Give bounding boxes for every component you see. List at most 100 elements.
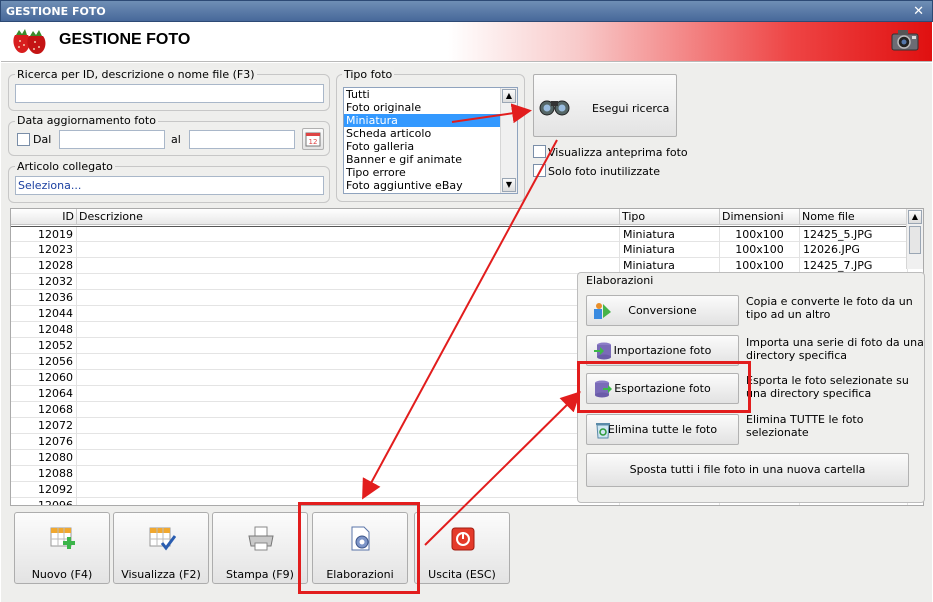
- table-cell: [77, 370, 620, 386]
- articolo-label: Articolo collegato: [15, 160, 115, 173]
- table-cell: [77, 354, 620, 370]
- tipo-foto-item[interactable]: Tutti: [344, 88, 517, 101]
- table-cell: 100x100: [720, 242, 800, 258]
- tipo-foto-label: Tipo foto: [342, 68, 395, 81]
- window-title: GESTIONE FOTO: [6, 5, 106, 18]
- table-row[interactable]: 12023 Miniatura 100x100 12026.JPG: [11, 242, 923, 258]
- conversione-button[interactable]: Conversione: [586, 295, 739, 326]
- table-cell: [77, 466, 620, 482]
- nuovo-label: Nuovo (F4): [31, 568, 93, 581]
- table-cell: [77, 306, 620, 322]
- tipo-foto-item[interactable]: Miniatura: [344, 114, 517, 127]
- table-cell: [77, 498, 620, 505]
- elimina-desc: Elimina TUTTE le foto selezionate: [746, 413, 864, 439]
- process-icon: [351, 526, 370, 551]
- importazione-button[interactable]: Importazione foto: [586, 335, 739, 366]
- search-label: Ricerca per ID, descrizione o nome file …: [15, 68, 257, 81]
- tipo-foto-list[interactable]: Tutti Foto originale Miniatura Scheda artic…: [343, 87, 518, 194]
- tipo-foto-item[interactable]: Scheda articolo: [344, 127, 517, 140]
- esportazione-label: Esportazione foto: [614, 382, 711, 395]
- table-cell: 12072: [11, 418, 77, 434]
- table-cell: 12088: [11, 466, 77, 482]
- calendar-button[interactable]: 12: [302, 128, 324, 150]
- list-scrollbar[interactable]: ▲ ▼: [500, 88, 517, 193]
- unused-checkbox[interactable]: [533, 164, 546, 177]
- elaborazioni-button[interactable]: Elaborazioni: [312, 512, 408, 584]
- table-cell: 12068: [11, 402, 77, 418]
- sposta-button[interactable]: Sposta tutti i file foto in una nuova ca…: [586, 453, 909, 487]
- table-cell: [77, 322, 620, 338]
- table-cell: 12060: [11, 370, 77, 386]
- uscita-label: Uscita (ESC): [428, 568, 496, 581]
- conversione-desc: Copia e converte le foto da un tipo ad u…: [746, 295, 913, 321]
- dal-checkbox[interactable]: [17, 133, 30, 146]
- page-header: GESTIONE FOTO: [1, 22, 932, 62]
- conversion-icon: [594, 303, 611, 319]
- close-icon[interactable]: ✕: [913, 1, 924, 23]
- col-descrizione[interactable]: Descrizione: [77, 209, 620, 225]
- visualizza-button[interactable]: Visualizza (F2): [113, 512, 209, 584]
- scroll-down-icon[interactable]: ▼: [502, 178, 516, 192]
- table-row[interactable]: 12019 Miniatura 100x100 12425_5.JPG: [11, 226, 923, 243]
- visualizza-label: Visualizza (F2): [121, 568, 201, 581]
- camera-icon: [891, 30, 919, 51]
- table-cell: [77, 338, 620, 354]
- table-cell: 12056: [11, 354, 77, 370]
- conversione-label: Conversione: [628, 304, 697, 317]
- table-cell: [77, 242, 620, 258]
- table-cell: [77, 450, 620, 466]
- svg-text:12: 12: [309, 138, 318, 146]
- dal-label: Dal: [33, 133, 52, 146]
- table-cell: 12064: [11, 386, 77, 402]
- stampa-button[interactable]: Stampa (F9): [212, 512, 308, 584]
- table-cell: 12096: [11, 498, 77, 505]
- search-button[interactable]: Esegui ricerca: [533, 74, 677, 137]
- table-cell: 12080: [11, 450, 77, 466]
- elaborazioni-title: Elaborazioni: [586, 274, 654, 287]
- table-cell: Miniatura: [620, 242, 720, 258]
- col-id[interactable]: ID: [11, 209, 77, 225]
- tipo-foto-item[interactable]: Tipo errore: [344, 166, 517, 179]
- table-scroll-up-icon[interactable]: ▲: [908, 210, 922, 224]
- table-cell: 12019: [11, 227, 77, 243]
- nuovo-button[interactable]: Nuovo (F4): [14, 512, 110, 584]
- table-cell: 12092: [11, 482, 77, 498]
- tipo-foto-item[interactable]: Foto galleria: [344, 140, 517, 153]
- preview-checkbox[interactable]: [533, 145, 546, 158]
- table-cell: [77, 434, 620, 450]
- unused-checkbox-label: Solo foto inutilizzate: [548, 165, 660, 178]
- elaborazioni-panel: Elaborazioni Conversione Copia e convert…: [577, 272, 925, 503]
- table-cell: [77, 227, 620, 243]
- table-cell: [77, 290, 620, 306]
- elaborazioni-label: Elaborazioni: [326, 568, 394, 581]
- new-grid-icon: [50, 527, 75, 549]
- articolo-select[interactable]: Seleziona...: [15, 176, 324, 195]
- tipo-foto-item[interactable]: Foto originale: [344, 101, 517, 114]
- table-cell: 12032: [11, 274, 77, 290]
- window-titlebar: GESTIONE FOTO ✕: [0, 0, 933, 22]
- export-icon: [595, 380, 612, 398]
- col-nome-file[interactable]: Nome file: [800, 209, 908, 225]
- date-from-field[interactable]: [59, 130, 165, 149]
- table-cell: [77, 258, 620, 274]
- table-scrollbar[interactable]: ▲: [906, 209, 923, 269]
- table-scroll-thumb[interactable]: [909, 226, 921, 254]
- printer-icon: [248, 526, 274, 551]
- col-tipo[interactable]: Tipo: [620, 209, 720, 225]
- table-cell: 12023: [11, 242, 77, 258]
- esportazione-button[interactable]: Esportazione foto: [586, 373, 739, 404]
- uscita-button[interactable]: Uscita (ESC): [414, 512, 510, 584]
- elimina-button[interactable]: Elimina tutte le foto: [586, 414, 739, 445]
- tipo-foto-item[interactable]: Foto aggiuntive eBay: [344, 179, 517, 192]
- search-input[interactable]: [15, 84, 324, 103]
- page-title: GESTIONE FOTO: [59, 31, 191, 48]
- table-cell: 12044: [11, 306, 77, 322]
- date-group-label: Data aggiornamento foto: [15, 114, 158, 127]
- al-label: al: [171, 133, 181, 146]
- col-dimensioni[interactable]: Dimensioni: [720, 209, 800, 225]
- table-cell: 12076: [11, 434, 77, 450]
- scroll-up-icon[interactable]: ▲: [502, 89, 516, 103]
- search-button-label: Esegui ricerca: [592, 102, 670, 115]
- date-to-field[interactable]: [189, 130, 295, 149]
- tipo-foto-item[interactable]: Banner e gif animate: [344, 153, 517, 166]
